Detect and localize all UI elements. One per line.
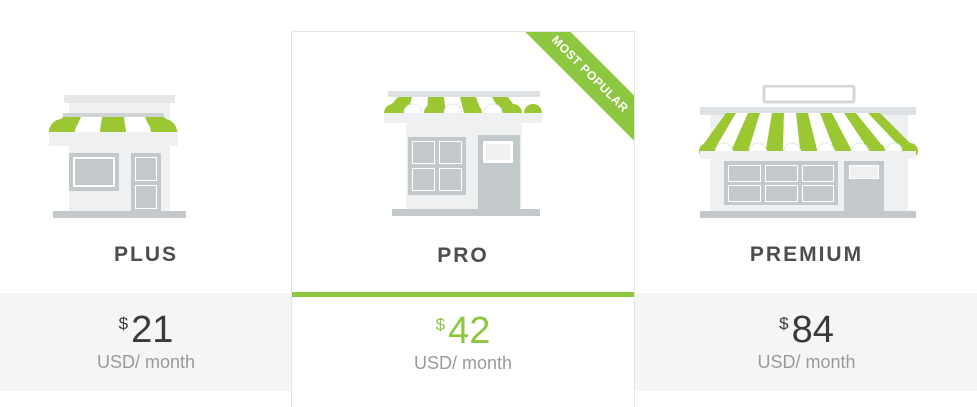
plan-name: PREMIUM (749, 243, 864, 266)
price-block: $ 42 USD/ month (292, 311, 634, 374)
plan-card-pro[interactable]: MOST POPULAR PRO $ 42 USD/ month (291, 31, 635, 407)
plan-card-premium[interactable]: PREMIUM $ 84 USD/ month (636, 0, 977, 407)
plan-name: PLUS (113, 243, 178, 266)
medium-store-icon (384, 91, 542, 216)
price-period: USD/ month (757, 352, 856, 372)
currency-symbol: $ (779, 314, 789, 333)
price-period: USD/ month (413, 353, 513, 373)
large-store-icon (699, 85, 918, 218)
price-block: $ 21 USD/ month (0, 310, 292, 373)
price-amount: 21 (131, 309, 174, 351)
price-amount: 84 (791, 309, 834, 351)
currency-symbol: $ (118, 314, 129, 333)
currency-symbol: $ (435, 315, 446, 334)
price-amount: 42 (448, 310, 491, 352)
price-block: $ 84 USD/ month (636, 310, 977, 373)
small-store-icon (49, 95, 186, 218)
plan-card-plus[interactable]: PLUS $ 21 USD/ month (0, 0, 292, 407)
price-period: USD/ month (96, 352, 196, 372)
plan-name: PRO (437, 244, 489, 267)
